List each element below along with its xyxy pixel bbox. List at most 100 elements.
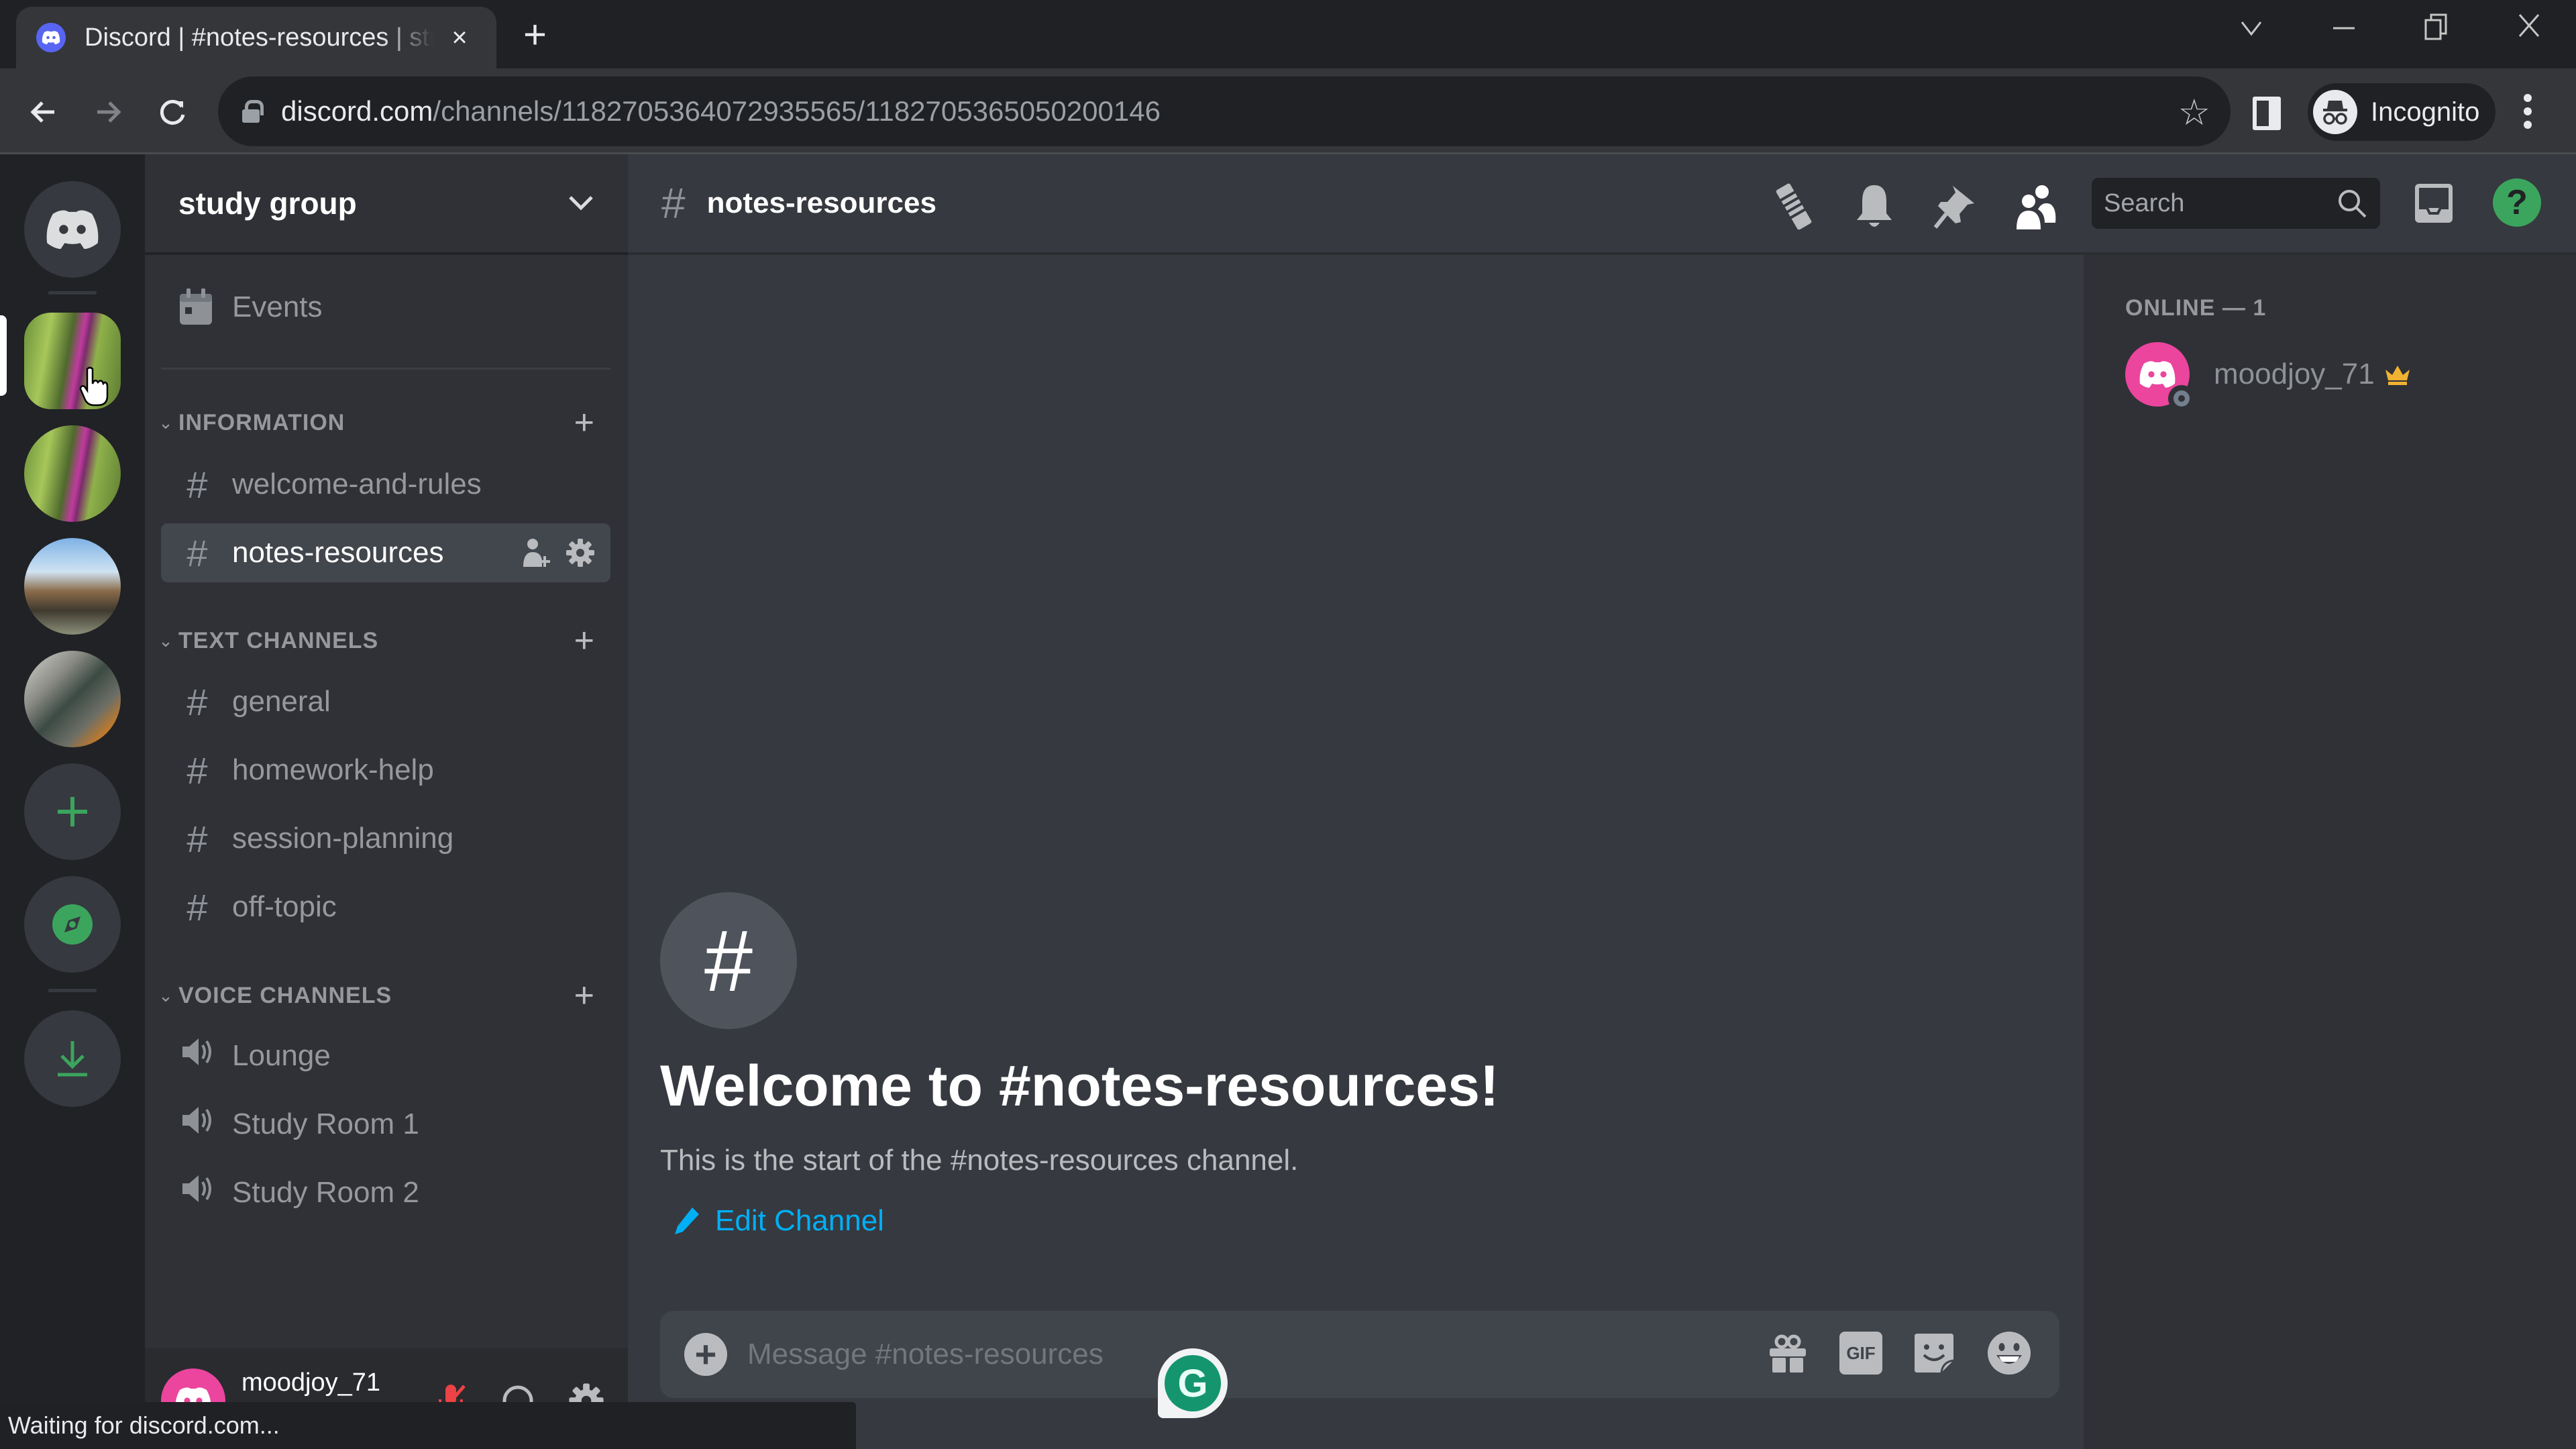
browser-status-bar: Waiting for discord.com... bbox=[0, 1402, 856, 1449]
selected-server-indicator bbox=[0, 315, 7, 396]
gift-icon[interactable] bbox=[1766, 1331, 1810, 1375]
chevron-down-icon: ⌄ bbox=[158, 985, 173, 1006]
home-button[interactable] bbox=[24, 181, 121, 278]
server-icon[interactable] bbox=[24, 538, 121, 635]
invite-member-icon[interactable] bbox=[521, 537, 551, 568]
channel-notes-resources[interactable]: # notes-resources bbox=[161, 523, 610, 582]
explore-servers-button[interactable] bbox=[24, 876, 121, 973]
channel-welcome-and-rules[interactable]: # welcome-and-rules bbox=[161, 455, 610, 514]
voice-channel-study-room-1[interactable]: Study Room 1 bbox=[161, 1095, 610, 1154]
browser-tab-strip: Discord | #notes-resources | study group… bbox=[0, 0, 2576, 68]
hashtag-icon: # bbox=[186, 749, 208, 792]
category-label: TEXT CHANNELS bbox=[178, 627, 379, 653]
status-text: Waiting for discord.com... bbox=[8, 1411, 280, 1439]
channel-name: welcome-and-rules bbox=[232, 468, 482, 500]
events-label: Events bbox=[232, 290, 323, 323]
address-bar[interactable]: discord.com/channels/1182705364072935565… bbox=[218, 76, 2231, 146]
category-voice-channels[interactable]: ⌄ VOICE CHANNELS + bbox=[153, 978, 623, 1013]
hashtag-icon: # bbox=[661, 179, 686, 227]
edit-channel-link[interactable]: Edit Channel bbox=[674, 1204, 1499, 1238]
events-item[interactable]: Events bbox=[178, 288, 323, 326]
restore-icon[interactable] bbox=[2423, 12, 2450, 50]
browser-tab[interactable]: Discord | #notes-resources | study group… bbox=[16, 7, 496, 68]
tab-title: Discord | #notes-resources | study group bbox=[85, 23, 433, 52]
speaker-icon bbox=[178, 1103, 216, 1146]
channel-sidebar: study group Events ⌄ INFORMATION + # wel… bbox=[145, 154, 628, 1449]
category-text-channels[interactable]: ⌄ TEXT CHANNELS + bbox=[153, 623, 623, 658]
calendar-icon bbox=[180, 288, 212, 325]
category-label: INFORMATION bbox=[178, 409, 345, 435]
create-channel-icon[interactable]: + bbox=[574, 405, 594, 440]
channel-name: general bbox=[232, 685, 331, 718]
pinned-messages-icon[interactable] bbox=[1929, 181, 1980, 232]
url-host: discord.com bbox=[281, 95, 433, 127]
member-list: ONLINE — 1 moodjoy_71 bbox=[2084, 255, 2576, 1449]
discord-app: study group Events ⌄ INFORMATION + # wel… bbox=[0, 154, 2576, 1449]
sticker-icon[interactable] bbox=[1912, 1331, 1956, 1375]
inbox-icon[interactable] bbox=[2412, 181, 2455, 229]
voice-channel-study-room-2[interactable]: Study Room 2 bbox=[161, 1163, 610, 1222]
back-button[interactable] bbox=[20, 89, 67, 136]
category-information[interactable]: ⌄ INFORMATION + bbox=[153, 405, 623, 440]
server-icon[interactable] bbox=[24, 651, 121, 747]
browser-menu-icon[interactable] bbox=[2524, 94, 2532, 129]
forward-button[interactable] bbox=[85, 89, 131, 136]
discord-favicon-icon bbox=[36, 23, 66, 52]
member-list-icon[interactable] bbox=[2010, 181, 2061, 232]
close-window-icon[interactable] bbox=[2516, 12, 2542, 46]
edit-channel-label: Edit Channel bbox=[715, 1204, 884, 1237]
channel-off-topic[interactable]: # off-topic bbox=[161, 877, 610, 936]
channel-welcome: # Welcome to #notes-resources! This is t… bbox=[660, 892, 1499, 1238]
forward-arrow-icon bbox=[97, 101, 121, 123]
download-icon bbox=[58, 1041, 87, 1077]
channel-general[interactable]: # general bbox=[161, 672, 610, 731]
search-placeholder: Search bbox=[2104, 189, 2185, 217]
emoji-icon[interactable] bbox=[1986, 1330, 2033, 1377]
hashtag-icon: # bbox=[660, 892, 797, 1029]
threads-icon[interactable] bbox=[1768, 181, 1819, 232]
channel-session-planning[interactable]: # session-planning bbox=[161, 809, 610, 868]
member-item[interactable]: moodjoy_71 bbox=[2125, 342, 2411, 412]
hand-cursor-icon bbox=[79, 366, 109, 407]
hashtag-icon: # bbox=[186, 531, 208, 574]
gif-button[interactable]: GIF bbox=[1839, 1332, 1882, 1375]
channel-name: Study Room 1 bbox=[232, 1108, 419, 1140]
create-channel-icon[interactable]: + bbox=[574, 623, 594, 658]
browser-toolbar: discord.com/channels/1182705364072935565… bbox=[0, 68, 2576, 154]
grammarly-button[interactable]: G bbox=[1158, 1348, 1228, 1418]
new-tab-button[interactable]: + bbox=[523, 15, 547, 55]
gif-label: GIF bbox=[1846, 1342, 1876, 1363]
server-header[interactable]: study group bbox=[145, 154, 628, 255]
incognito-profile-button[interactable]: Incognito bbox=[2308, 83, 2496, 141]
welcome-subtitle: This is the start of the #notes-resource… bbox=[660, 1144, 1299, 1177]
minimize-icon[interactable] bbox=[2330, 12, 2357, 46]
reload-icon bbox=[160, 99, 185, 125]
side-panel-icon[interactable] bbox=[2253, 97, 2281, 130]
channel-name: Study Room 2 bbox=[232, 1176, 419, 1209]
chevron-down-icon: ⌄ bbox=[158, 630, 173, 651]
tab-search-icon[interactable] bbox=[2238, 12, 2265, 46]
channel-header: # notes-resources Search ? bbox=[628, 154, 2576, 255]
channel-name: homework-help bbox=[232, 753, 434, 786]
channel-settings-gear-icon[interactable] bbox=[565, 537, 596, 568]
chevron-down-icon bbox=[568, 189, 594, 219]
tab-close-icon[interactable]: × bbox=[443, 23, 476, 53]
add-server-button[interactable] bbox=[24, 763, 121, 860]
reload-button[interactable] bbox=[149, 89, 196, 136]
bookmark-star-icon[interactable]: ☆ bbox=[2178, 91, 2210, 133]
hashtag-icon: # bbox=[186, 885, 208, 928]
channel-homework-help[interactable]: # homework-help bbox=[161, 741, 610, 800]
create-channel-icon[interactable]: + bbox=[574, 978, 594, 1013]
upload-plus-button[interactable]: + bbox=[684, 1333, 727, 1376]
server-list-divider bbox=[48, 291, 97, 294]
server-icon[interactable] bbox=[24, 425, 121, 522]
server-owner-crown-icon bbox=[2385, 366, 2410, 385]
download-apps-button[interactable] bbox=[24, 1010, 121, 1107]
plus-icon bbox=[58, 797, 87, 826]
notification-bell-icon[interactable] bbox=[1849, 181, 1900, 232]
search-input[interactable]: Search bbox=[2092, 178, 2380, 229]
voice-channel-lounge[interactable]: Lounge bbox=[161, 1026, 610, 1085]
member-avatar bbox=[2125, 342, 2195, 412]
help-icon[interactable]: ? bbox=[2493, 178, 2541, 227]
compass-icon bbox=[52, 904, 93, 945]
